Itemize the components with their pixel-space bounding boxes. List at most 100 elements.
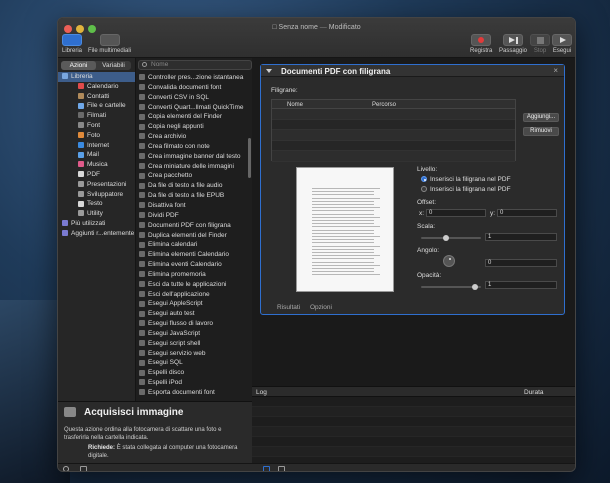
action-item[interactable]: Esegui script shell (136, 339, 252, 349)
action-item[interactable]: Esegui JavaScript (136, 329, 252, 339)
action-item[interactable]: Esegui auto test (136, 309, 252, 319)
sidebar-item[interactable]: PDF (58, 170, 135, 180)
sidebar-item[interactable]: Presentazioni (58, 180, 135, 190)
action-icon (139, 281, 145, 287)
action-item[interactable]: Converti CSV in SQL (136, 93, 252, 103)
log-column[interactable]: Log (256, 389, 267, 396)
table-row[interactable] (272, 141, 515, 151)
media-button[interactable]: File multimediali (88, 34, 131, 54)
sidebar-item[interactable]: Mail (58, 150, 135, 160)
gear-icon[interactable] (63, 466, 69, 471)
column-name[interactable]: Nome (287, 102, 303, 108)
action-item[interactable]: Crea filmato con note (136, 142, 252, 152)
search-input[interactable]: Nome (138, 60, 252, 70)
action-item[interactable]: Esegui SQL (136, 358, 252, 368)
action-item[interactable]: Controller pres...zione istantanea (136, 73, 252, 83)
table-row[interactable] (272, 151, 515, 162)
action-item[interactable]: Espelli iPod (136, 378, 252, 388)
sidebar-item[interactable]: Internet (58, 141, 135, 151)
preview-text-line (312, 216, 380, 218)
action-item[interactable]: Crea archivio (136, 132, 252, 142)
stop-button[interactable]: Stop (530, 34, 550, 54)
action-item[interactable]: Esporta documenti font (136, 388, 252, 398)
close-icon[interactable]: × (553, 66, 558, 75)
sidebar-item[interactable]: Utility (58, 209, 135, 219)
split-view-icon[interactable] (278, 465, 285, 471)
action-item[interactable]: Dividi PDF (136, 211, 252, 221)
sidebar-item[interactable]: Filmati (58, 111, 135, 121)
action-item[interactable]: Documenti PDF con filigrana (136, 221, 252, 231)
level-under-radio[interactable] (421, 186, 427, 192)
level-over-radio[interactable] (421, 176, 427, 182)
step-button[interactable]: Passaggio (499, 34, 527, 54)
action-item[interactable]: Converti Quart...llmati QuickTime (136, 103, 252, 113)
actions-scrollbar[interactable] (248, 138, 251, 178)
angle-field[interactable]: 0 (485, 259, 557, 267)
action-item[interactable]: Elimina elementi Calendario (136, 250, 252, 260)
tab-results[interactable]: Risultati (277, 304, 300, 311)
action-item[interactable]: Copia negli appunti (136, 122, 252, 132)
action-item[interactable]: Espelli disco (136, 368, 252, 378)
table-row[interactable] (272, 130, 515, 141)
action-item[interactable]: Crea pacchetto (136, 171, 252, 181)
sidebar-item[interactable]: Testo (58, 199, 135, 209)
action-item[interactable]: Esegui flusso di lavoro (136, 319, 252, 329)
action-item[interactable]: Convalida documenti font (136, 83, 252, 93)
tab-variables[interactable]: Variabili (96, 61, 131, 70)
y-offset-field[interactable]: 0 (497, 209, 557, 217)
action-item[interactable]: Da file di testo a file audio (136, 181, 252, 191)
tab-actions[interactable]: Azioni (61, 61, 96, 70)
action-item[interactable]: Esegui servizio web (136, 349, 252, 359)
library-toggle-button[interactable]: Libreria (62, 34, 82, 54)
sidebar-item[interactable]: File e cartelle (58, 101, 135, 111)
scale-slider-knob[interactable] (442, 235, 449, 241)
sidebar-item[interactable]: Foto (58, 131, 135, 141)
action-item[interactable]: Elimina eventi Calendario (136, 260, 252, 270)
action-item[interactable]: Esegui AppleScript (136, 299, 252, 309)
sidebar-item-label: Musica (87, 161, 108, 169)
sidebar-item[interactable]: Aggiunti r...entemente (58, 229, 135, 239)
action-icon (139, 261, 145, 268)
action-item[interactable]: Da file di testo a file EPUB (136, 191, 252, 201)
sidebar-item[interactable]: Più utilizzati (58, 219, 135, 229)
action-item[interactable]: Esci dell'applicazione (136, 290, 252, 300)
sidebar-item[interactable]: Sviluppatore (58, 190, 135, 200)
sidebar-item[interactable]: Libreria (58, 72, 135, 82)
table-row[interactable] (272, 109, 515, 120)
add-button[interactable]: Aggiungi... (523, 113, 559, 122)
sidebar-item[interactable]: Font (58, 121, 135, 131)
column-path[interactable]: Percorso (372, 102, 396, 108)
sidebar-item[interactable]: Musica (58, 160, 135, 170)
action-item[interactable]: Elimina calendari (136, 240, 252, 250)
action-item-label: Dividi PDF (148, 211, 179, 219)
action-item[interactable]: Crea miniature delle immagini (136, 162, 252, 172)
angle-dial[interactable] (443, 255, 455, 267)
action-item[interactable]: Crea immagine banner dal testo (136, 152, 252, 162)
disclosure-triangle-icon[interactable] (266, 69, 272, 73)
run-icon (552, 34, 572, 46)
sidebar-item[interactable]: Calendario (58, 82, 135, 92)
action-item[interactable]: Disattiva font (136, 201, 252, 211)
run-button[interactable]: Esegui (552, 34, 572, 54)
x-offset-field[interactable]: 0 (426, 209, 486, 217)
action-item[interactable]: Duplica elementi del Finder (136, 231, 252, 241)
action-item[interactable]: Elimina promemoria (136, 270, 252, 280)
action-item-label: Esegui flusso di lavoro (148, 320, 214, 328)
opacity-slider-knob[interactable] (472, 284, 479, 290)
watermarks-table[interactable]: Nome Percorso (271, 99, 516, 162)
opacity-field[interactable]: 1 (485, 281, 557, 289)
action-item[interactable]: Esci da tutte le applicazioni (136, 280, 252, 290)
duration-column[interactable]: Durata (524, 389, 544, 396)
table-row[interactable] (272, 120, 515, 130)
action-icon (139, 330, 145, 337)
scale-slider[interactable] (421, 235, 481, 241)
record-button[interactable]: Registra (470, 34, 492, 54)
scale-field[interactable]: 1 (485, 233, 557, 241)
action-item[interactable]: Copia elementi del Finder (136, 112, 252, 122)
tab-options[interactable]: Opzioni (310, 304, 332, 311)
list-view-icon[interactable] (263, 465, 270, 471)
show-description-icon[interactable] (80, 465, 87, 471)
sidebar-item[interactable]: Contatti (58, 92, 135, 102)
remove-button[interactable]: Rimuovi (523, 127, 559, 136)
opacity-slider[interactable] (421, 284, 481, 290)
